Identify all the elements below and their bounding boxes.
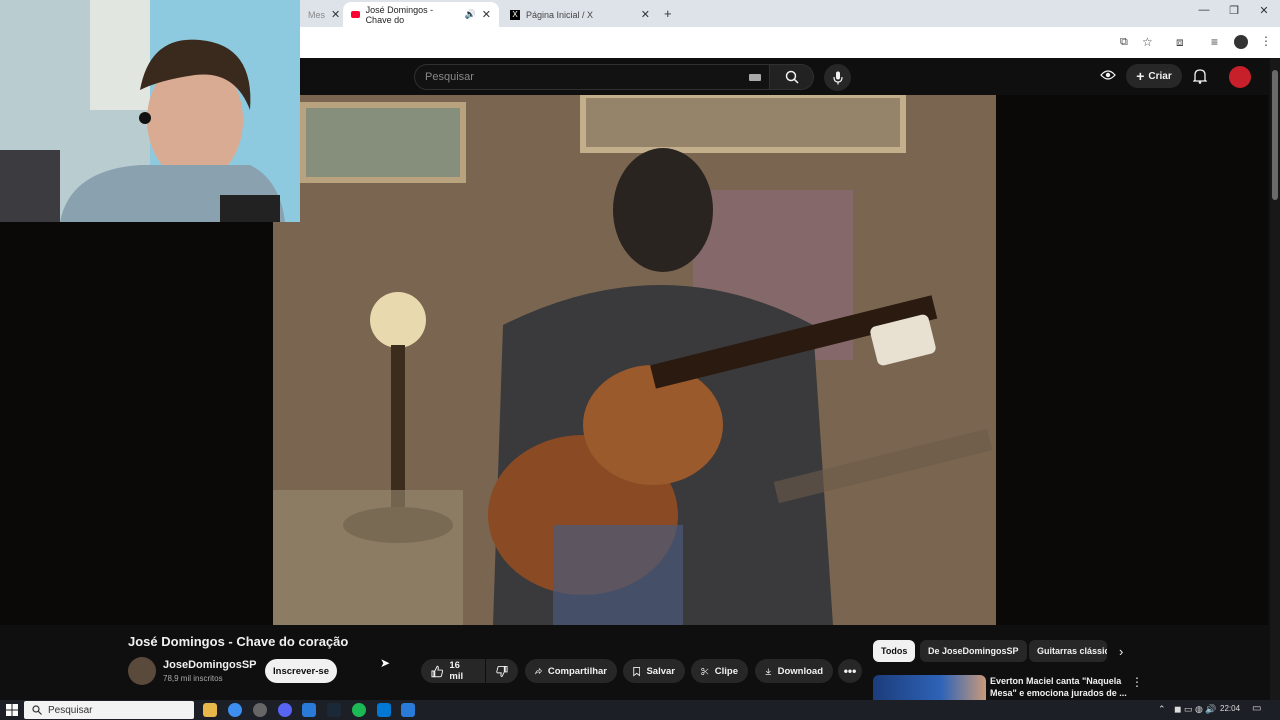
chip-classical-guitars[interactable]: Guitarras clássic [1029,640,1107,662]
menu-icon[interactable]: ⋮ [1260,34,1272,48]
taskbar-search-label: Pesquisar [48,704,93,716]
microphone-icon [832,71,843,84]
file-explorer-icon[interactable] [203,703,217,717]
vscode-icon[interactable] [377,703,391,717]
subscribe-button[interactable]: Inscrever-se [265,659,337,683]
close-window-icon[interactable]: ✕ [1252,4,1276,17]
channel-avatar[interactable] [128,657,156,685]
recommendation-title[interactable]: Everton Maciel canta "Naquela Mesa" e em… [990,675,1130,699]
video-title: José Domingos - Chave do coração [128,634,349,649]
more-actions-button[interactable]: ••• [838,659,862,683]
share-button[interactable]: Compartilhar [525,659,617,683]
scrollbar-thumb[interactable] [1272,70,1278,200]
tray-chevron-icon[interactable]: ⌃ [1158,704,1166,715]
taskbar-clock[interactable]: 22:04 [1220,704,1240,713]
tab-3[interactable]: X Página Inicial / X ✕ [502,2,658,27]
tab-1[interactable]: Mes ✕ [300,2,342,27]
close-icon[interactable]: ✕ [641,8,650,21]
mouse-cursor-icon: ➤ [380,656,391,670]
voice-search-button[interactable] [824,64,851,91]
taskbar-search[interactable]: Pesquisar [24,701,194,719]
save-label: Salvar [646,665,675,677]
chip-channel[interactable]: De JoseDomingosSP [920,640,1027,662]
more-horizontal-icon: ••• [843,664,857,678]
thumbs-up-icon [431,665,444,677]
app-icon[interactable] [302,703,316,717]
webcam-overlay [0,0,300,222]
clip-button[interactable]: Clipe [691,659,748,683]
search-icon [785,70,799,84]
star-icon[interactable]: ☆ [1142,35,1153,49]
like-button[interactable]: 16 mil [421,659,485,683]
plus-icon: + [1136,68,1145,84]
save-button[interactable]: Salvar [623,659,685,683]
new-tab-button[interactable]: + [664,6,672,21]
search-placeholder: Pesquisar [425,71,474,83]
spotify-icon[interactable] [352,703,366,717]
notifications-icon[interactable]: ▭ [1252,703,1261,714]
create-button[interactable]: + Criar [1126,64,1182,88]
tab-2[interactable]: José Domingos - Chave do 🔊 ✕ [343,2,499,27]
chip-all[interactable]: Todos [873,640,916,662]
tab-label: Página Inicial / X [526,9,594,20]
download-label: Download [777,665,823,677]
close-icon[interactable]: ✕ [482,8,491,21]
share-icon [535,667,542,675]
tab-label: Mes [308,9,326,20]
download-button[interactable]: Download [755,659,833,683]
chrome-icon[interactable] [228,703,242,717]
video-frame [273,95,996,625]
search-input[interactable]: Pesquisar [414,64,770,90]
bookmark-icon [633,666,641,677]
chevron-right-icon[interactable]: › [1119,644,1123,659]
share-label: Compartilhar [547,665,607,677]
media-icon[interactable]: ≡ [1211,35,1218,49]
search-button[interactable] [770,64,814,90]
steam-icon[interactable] [327,703,341,717]
like-count: 16 mil [449,660,464,682]
minimize-icon[interactable]: — [1192,4,1216,16]
youtube-favicon-icon [351,11,360,18]
create-label: Criar [1148,70,1172,82]
thumbs-down-icon [496,665,508,677]
clip-label: Clipe [714,665,738,677]
account-avatar[interactable] [1229,66,1251,88]
restore-icon[interactable]: ❐ [1222,4,1246,17]
close-icon[interactable]: ✕ [331,8,340,21]
more-vertical-icon[interactable]: ⋮ [1131,675,1143,689]
tab-label: José Domingos - Chave do [365,4,434,25]
obs-icon[interactable] [253,703,267,717]
discord-icon[interactable] [278,703,292,717]
download-icon [765,667,772,675]
app-icon-2[interactable] [401,703,415,717]
install-icon[interactable]: ⧉ [1120,36,1128,49]
windows-start-icon[interactable] [6,704,18,716]
bell-icon[interactable] [1193,68,1207,84]
webcam-frame [0,0,300,222]
subscriber-count: 78,9 mil inscritos [163,674,223,683]
x-favicon-icon: X [510,9,520,20]
extensions-icon[interactable]: ⧈ [1176,35,1184,50]
tray-icons[interactable]: ◼ ▭ ◍ 🔊 [1174,704,1217,715]
video-player[interactable] [273,95,996,625]
speaker-icon: 🔊 [464,9,476,19]
search-icon [32,705,42,715]
dislike-button[interactable] [486,659,518,683]
scissors-icon [701,667,709,675]
eye-icon[interactable] [1100,69,1116,81]
channel-name[interactable]: JoseDomingosSP [163,659,257,671]
profile-avatar[interactable] [1234,35,1248,49]
keyboard-icon[interactable] [749,73,761,81]
